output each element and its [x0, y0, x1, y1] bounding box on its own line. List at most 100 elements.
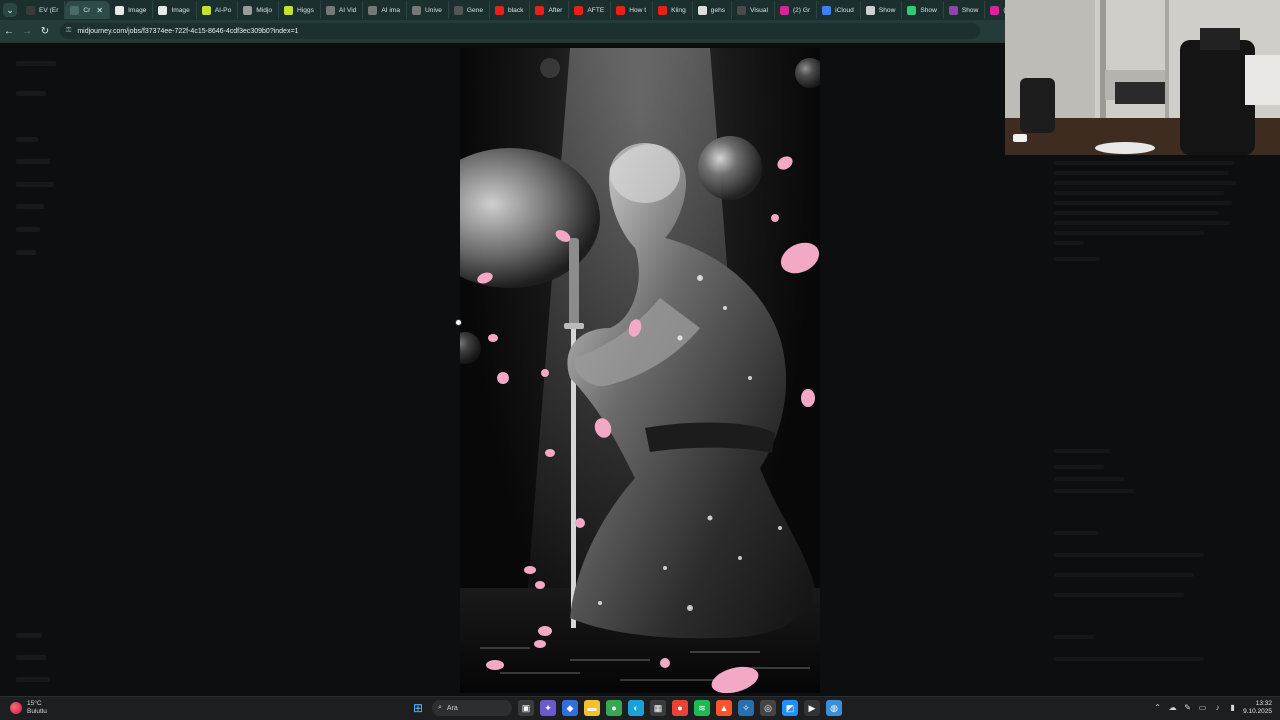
pen-icon[interactable]: ✎	[1183, 703, 1192, 712]
browser-tab[interactable]: Higgs	[279, 1, 321, 19]
browser-tab[interactable]: Image	[153, 1, 197, 19]
sidebar-item[interactable]	[16, 204, 44, 209]
sidebar-footer-item[interactable]	[16, 633, 42, 638]
media-player-icon[interactable]: ▶	[804, 700, 820, 716]
generated-image[interactable]	[460, 48, 820, 693]
tab-label: iCloud	[835, 6, 854, 14]
sidebar-logo-placeholder	[16, 61, 56, 66]
prompt-text-line	[1054, 171, 1229, 175]
tab-search-menu-button[interactable]: ⌄	[3, 3, 17, 17]
site-info-icon[interactable]: ⚿	[66, 27, 71, 35]
tab-label: Unive	[425, 6, 442, 14]
option-line[interactable]	[1054, 489, 1134, 493]
tab-label: Image	[171, 6, 190, 14]
browser-tab[interactable]: How t	[611, 1, 654, 19]
sidebar-footer-item[interactable]	[16, 677, 50, 682]
option-line[interactable]	[1054, 553, 1204, 557]
edge-icon[interactable]: ◐	[628, 700, 644, 716]
system-tray: ⌃ ☁ ✎ ▭ ♪ ▮ 13:32 9.10.2025	[1153, 700, 1272, 715]
section-heading	[1054, 449, 1110, 453]
sidebar-item[interactable]	[16, 227, 40, 232]
clock-time: 13:32	[1255, 700, 1272, 707]
tab-favicon-icon	[907, 5, 917, 15]
browser-tab[interactable]: After	[530, 1, 570, 19]
app-icon-2[interactable]: ◎	[760, 700, 776, 716]
browser-tab[interactable]: Gene	[449, 1, 491, 19]
reload-button[interactable]: ↻	[36, 26, 54, 37]
battery-icon[interactable]: ▮	[1228, 703, 1237, 712]
tab-favicon-icon	[616, 5, 626, 15]
search-placeholder: Ara	[446, 704, 458, 712]
tab-label: AI Vid	[338, 6, 357, 14]
option-line[interactable]	[1054, 477, 1124, 481]
cloud-icon[interactable]: ☁	[1168, 703, 1177, 712]
start-button-icon[interactable]: ⊞	[410, 700, 426, 716]
app-icon-4[interactable]: ◍	[826, 700, 842, 716]
sidebar-footer-item[interactable]	[16, 655, 46, 660]
tab-favicon-icon	[822, 5, 832, 15]
sidebar-item[interactable]	[16, 182, 54, 187]
weather-icon	[10, 701, 22, 714]
browser-tab[interactable]: gehs	[693, 1, 733, 19]
brave-icon[interactable]: ▲	[716, 700, 732, 716]
browser-tab[interactable]: Kling	[653, 1, 693, 19]
app-icon-1[interactable]: ✧	[738, 700, 754, 716]
browser-tab[interactable]: iCloud	[817, 1, 861, 19]
store-icon[interactable]: ▦	[650, 700, 666, 716]
browser-tab[interactable]: Show	[944, 1, 986, 19]
close-tab-icon[interactable]: ✕	[96, 6, 103, 15]
browser-tab[interactable]: AI Vid	[321, 1, 364, 19]
tab-favicon-icon	[574, 5, 584, 15]
app-icon-3[interactable]: ◩	[782, 700, 798, 716]
browser-tab[interactable]: (2) Gr	[775, 1, 818, 19]
browser-tab[interactable]: Image	[110, 1, 154, 19]
browser-tab[interactable]: Show	[902, 1, 944, 19]
browser-tab[interactable]: Show	[861, 1, 903, 19]
option-line[interactable]	[1054, 465, 1104, 469]
tab-favicon-icon	[535, 5, 545, 15]
task-view-icon[interactable]: ▣	[518, 700, 534, 716]
browser-tab[interactable]: AFTE	[569, 1, 612, 19]
option-line[interactable]	[1054, 593, 1184, 597]
browser-tab[interactable]: AI ima	[363, 1, 408, 19]
tab-favicon-icon	[243, 5, 253, 15]
option-line[interactable]	[1054, 573, 1194, 577]
left-sidebar-dimmed	[0, 43, 300, 696]
browser-tab[interactable]: Unive	[407, 1, 449, 19]
file-explorer-icon[interactable]: ▬	[584, 700, 600, 716]
prompt-text-line	[1054, 221, 1230, 225]
browser-tab[interactable]: black	[490, 1, 531, 19]
edge-copilot-icon[interactable]: ◆	[562, 700, 578, 716]
chrome-alt-icon[interactable]: ●	[672, 700, 688, 716]
network-icon[interactable]: ▭	[1198, 703, 1207, 712]
prompt-text-line	[1054, 181, 1236, 185]
prompt-text-line	[1054, 161, 1234, 165]
sidebar-item[interactable]	[16, 159, 50, 164]
sidebar-item[interactable]	[16, 250, 36, 255]
tab-favicon-icon	[70, 5, 80, 15]
weather-text: 15°C Bulutlu	[27, 700, 47, 715]
weather-widget[interactable]: 15°C Bulutlu	[10, 700, 47, 715]
pinned-apps: ▣ ✦ ◆ ▬ ● ◐ ▦ ● ≋ ▲ ✧ ◎ ◩ ▶ ◍	[518, 700, 842, 716]
sidebar-item[interactable]	[16, 91, 46, 96]
address-bar[interactable]: ⚿ midjourney.com/jobs/f37374ee-722f-4c15…	[60, 23, 980, 39]
option-line[interactable]	[1054, 657, 1204, 661]
chrome-icon[interactable]: ●	[606, 700, 622, 716]
browser-tab[interactable]: Midjo	[238, 1, 280, 19]
tab-label: After	[548, 6, 563, 14]
copilot-icon[interactable]: ✦	[540, 700, 556, 716]
taskbar-search-box[interactable]: ⌕ Ara	[432, 700, 512, 716]
browser-tab[interactable]: EV (Er	[21, 1, 66, 19]
clock[interactable]: 13:32 9.10.2025	[1243, 700, 1272, 715]
volume-icon[interactable]: ♪	[1213, 703, 1222, 712]
forward-button[interactable]: →	[18, 26, 36, 37]
browser-tab[interactable]: Cr ✕	[65, 1, 111, 19]
browser-tab[interactable]: Visual	[732, 1, 775, 19]
spotify-icon[interactable]: ≋	[694, 700, 710, 716]
chevron-up-icon[interactable]: ⌃	[1153, 703, 1162, 712]
prompt-action-icons[interactable]	[1054, 257, 1100, 261]
browser-tab[interactable]: AI-Po	[197, 1, 239, 19]
tab-favicon-icon	[201, 5, 211, 15]
sidebar-item[interactable]	[16, 137, 38, 142]
back-button[interactable]: ←	[0, 26, 18, 37]
